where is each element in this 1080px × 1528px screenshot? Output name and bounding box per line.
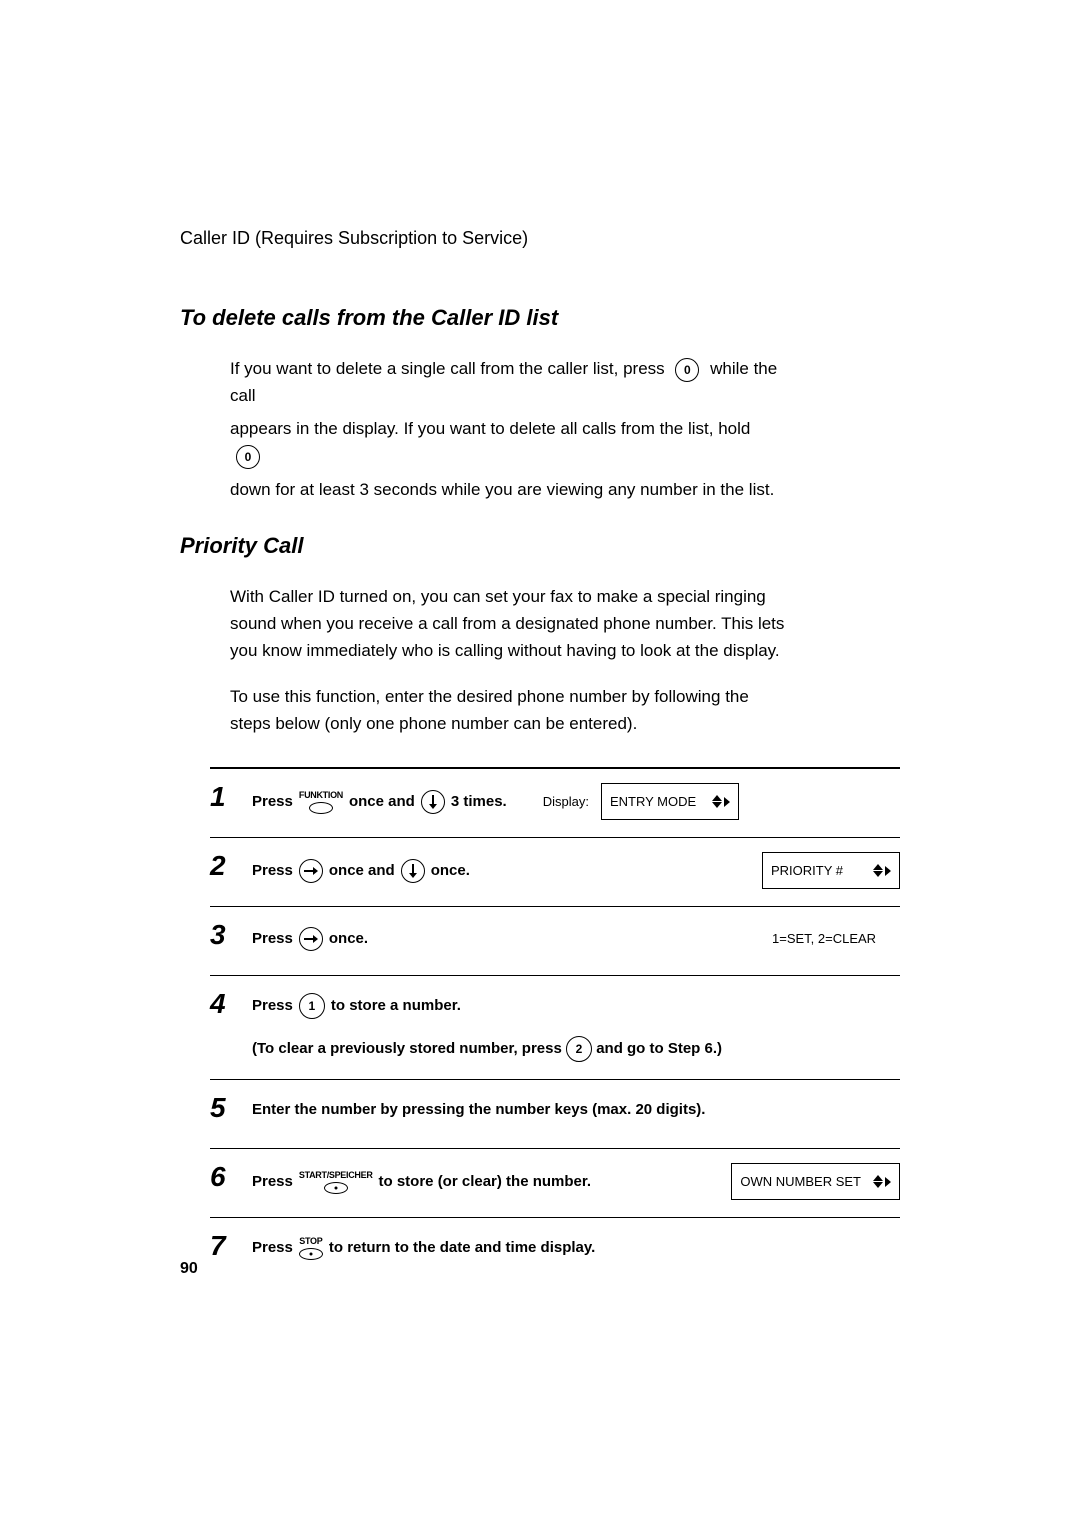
page-number: 90 — [180, 1260, 198, 1278]
step-number: 6 — [210, 1163, 242, 1191]
right-arrow-icon — [885, 1177, 891, 1187]
step-content: Press once. 1=SET, 2=CLEAR — [252, 921, 900, 956]
chapter-header: Caller ID (Requires Subscription to Serv… — [180, 228, 900, 249]
step-row: 1 Press FUNKTION once and 3 times. Displ… — [210, 767, 900, 837]
step-number: 7 — [210, 1232, 242, 1260]
up-down-icon — [712, 795, 722, 808]
display-text: OWN NUMBER SET — [740, 1168, 861, 1195]
text: Press — [252, 786, 293, 818]
step-content: Press once and once. PRIORITY # — [252, 852, 900, 889]
text: and go to Step 6.) — [596, 1040, 722, 1057]
text: Press — [252, 1232, 293, 1264]
step-number: 2 — [210, 852, 242, 880]
text: to return to the date and time display. — [329, 1232, 595, 1264]
steps-list: 1 Press FUNKTION once and 3 times. Displ… — [210, 767, 900, 1286]
text: to store (or clear) the number. — [379, 1166, 592, 1198]
step-row: 6 Press START/SPEICHER to store (or clea… — [210, 1148, 900, 1217]
delete-paragraph-1: If you want to delete a single call from… — [230, 355, 790, 409]
step4-note: (To clear a previously stored number, pr… — [252, 1033, 900, 1065]
step-content: Press FUNKTION once and 3 times. Display… — [252, 783, 900, 820]
right-arrow-icon — [724, 797, 730, 807]
step-content: Press START/SPEICHER to store (or clear)… — [252, 1163, 900, 1200]
step-content: Press 1 to store a number. (To clear a p… — [252, 990, 900, 1065]
text: to store a number. — [331, 990, 461, 1022]
right-arrow-key-icon — [299, 927, 323, 951]
display-text: ENTRY MODE — [610, 788, 696, 815]
section-title-delete: To delete calls from the Caller ID list — [180, 305, 900, 331]
text: If you want to delete a single call from… — [230, 359, 669, 378]
display-readout: ENTRY MODE — [601, 783, 739, 820]
step-number: 3 — [210, 921, 242, 949]
down-arrow-key-icon — [421, 790, 445, 814]
display-text: 1=SET, 2=CLEAR — [772, 925, 876, 952]
key-label: START/SPEICHER — [299, 1171, 373, 1180]
page-content: Caller ID (Requires Subscription to Serv… — [0, 0, 1080, 1286]
step-row: 7 Press STOP to return to the date and t… — [210, 1217, 900, 1286]
text: Press — [252, 855, 293, 887]
up-down-icon — [873, 864, 883, 877]
priority-paragraph-2: To use this function, enter the desired … — [230, 683, 790, 737]
display-text: PRIORITY # — [771, 857, 843, 884]
step-row: 4 Press 1 to store a number. (To clear a… — [210, 975, 900, 1079]
down-arrow-key-icon — [401, 859, 425, 883]
priority-paragraph-1: With Caller ID turned on, you can set yo… — [230, 583, 790, 665]
text: Press — [252, 990, 293, 1022]
key-zero-icon: 0 — [236, 445, 260, 469]
display-readout: PRIORITY # — [762, 852, 900, 889]
startspeicher-key-icon: START/SPEICHER — [299, 1169, 373, 1194]
text: once. — [329, 923, 368, 955]
step-content: Enter the number by pressing the number … — [252, 1094, 900, 1126]
step-number: 5 — [210, 1094, 242, 1122]
key-zero-icon: 0 — [675, 358, 699, 382]
step-number: 1 — [210, 783, 242, 811]
key-label: FUNKTION — [299, 791, 343, 800]
right-arrow-icon — [885, 866, 891, 876]
step-content: Press STOP to return to the date and tim… — [252, 1232, 900, 1264]
step-row: 5 Enter the number by pressing the numbe… — [210, 1079, 900, 1148]
text: once and — [329, 855, 395, 887]
stop-key-icon: STOP — [299, 1235, 323, 1260]
step-row: 2 Press once and once. PRIORITY # — [210, 837, 900, 906]
step-row: 3 Press once. 1=SET, 2=CLEAR — [210, 906, 900, 975]
text: appears in the display. If you want to d… — [230, 419, 750, 438]
display-label: Display: — [543, 788, 589, 815]
up-down-icon — [873, 1175, 883, 1188]
text: once and — [349, 786, 415, 818]
text: (To clear a previously stored number, pr… — [252, 1040, 562, 1057]
right-arrow-key-icon — [299, 859, 323, 883]
text: Press — [252, 1166, 293, 1198]
delete-paragraph-2: appears in the display. If you want to d… — [230, 415, 790, 469]
text: Enter the number by pressing the number … — [252, 1094, 705, 1126]
display-readout: OWN NUMBER SET — [731, 1163, 900, 1200]
text: Press — [252, 923, 293, 955]
text: 3 times. — [451, 786, 507, 818]
display-readout: 1=SET, 2=CLEAR — [764, 921, 900, 956]
key-two-icon: 2 — [566, 1036, 592, 1062]
delete-paragraph-3: down for at least 3 seconds while you ar… — [230, 476, 790, 503]
key-one-icon: 1 — [299, 993, 325, 1019]
funktion-key-icon: FUNKTION — [299, 789, 343, 814]
section-title-priority: Priority Call — [180, 533, 900, 559]
text: once. — [431, 855, 470, 887]
step-number: 4 — [210, 990, 242, 1018]
key-label: STOP — [299, 1237, 323, 1246]
